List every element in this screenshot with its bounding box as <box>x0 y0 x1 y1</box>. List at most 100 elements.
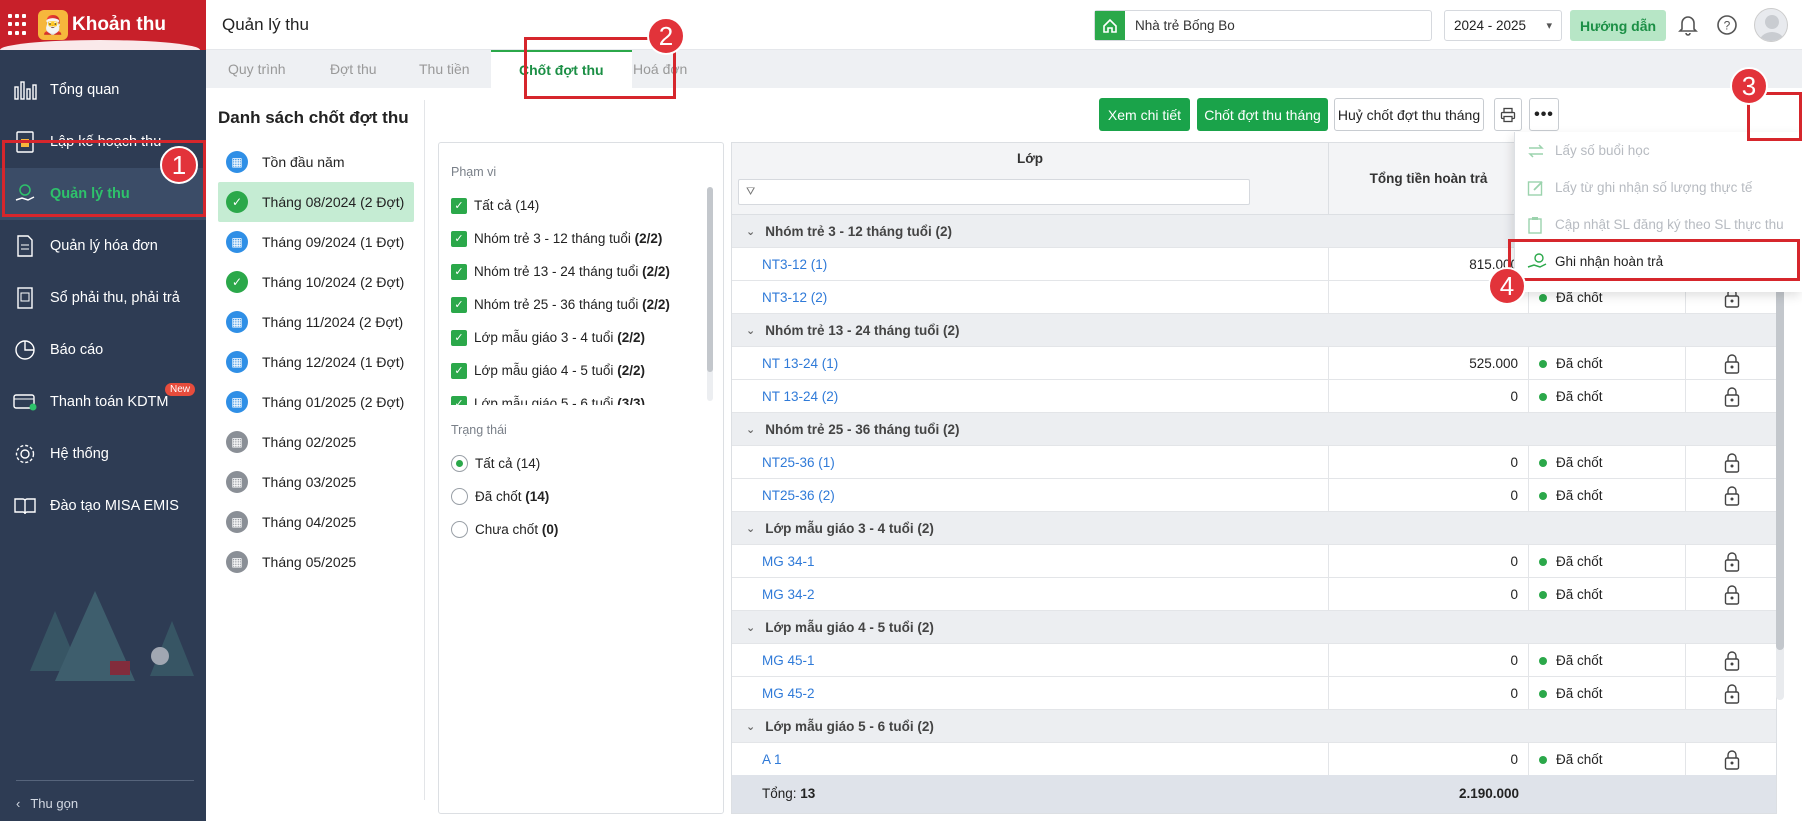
scope-option[interactable]: ✓ Lớp mẫu giáo 3 - 4 tuổi (2/2) <box>451 321 711 354</box>
menu-item-1[interactable]: Lấy từ ghi nhận số lượng thực tế <box>1515 169 1802 206</box>
class-link[interactable]: NT 13-24 (1) <box>732 347 1329 380</box>
menu-item-2[interactable]: Cập nhật SL đăng ký theo SL thực thu <box>1515 206 1802 243</box>
table-row[interactable]: NT25-36 (2) 0 Đã chốt <box>732 479 1776 512</box>
lock-icon[interactable] <box>1686 644 1776 677</box>
tab-3[interactable]: Chốt đợt thu <box>491 50 632 88</box>
class-link[interactable]: MG 45-1 <box>732 644 1329 677</box>
class-link[interactable]: MG 34-1 <box>732 545 1329 578</box>
radio-button[interactable] <box>451 521 468 538</box>
period-item[interactable]: ▦ Tháng 01/2025 (2 Đợt) <box>218 382 414 422</box>
scope-option[interactable]: ✓ Nhóm trẻ 13 - 24 tháng tuổi (2/2) <box>451 255 711 288</box>
sidebar-item-8[interactable]: Đào tạo MISA EMIS <box>0 480 206 532</box>
lock-icon[interactable] <box>1686 578 1776 611</box>
chevron-down-icon[interactable]: ⌄ <box>746 720 755 733</box>
chevron-down-icon[interactable]: ⌄ <box>746 423 755 436</box>
bell-icon[interactable] <box>1678 14 1698 39</box>
period-item[interactable]: ✓ Tháng 10/2024 (2 Đợt) <box>218 262 414 302</box>
tab-1[interactable]: Đợt thu <box>330 50 377 88</box>
tab-0[interactable]: Quy trình <box>228 50 286 88</box>
scope-option[interactable]: ✓ Lớp mẫu giáo 5 - 6 tuổi (3/3) <box>451 387 711 405</box>
class-link[interactable]: MG 34-2 <box>732 578 1329 611</box>
menu-item-3[interactable]: Ghi nhận hoàn trả <box>1515 243 1802 280</box>
group-row[interactable]: ⌄ Nhóm trẻ 13 - 24 tháng tuổi (2) <box>732 314 1776 347</box>
status-option[interactable]: Đã chốt (14) <box>451 480 711 513</box>
more-actions-button[interactable]: ••• <box>1529 98 1559 131</box>
lock-icon[interactable] <box>1686 743 1776 776</box>
tab-2[interactable]: Thu tiền <box>419 50 470 88</box>
table-row[interactable]: NT 13-24 (2) 0 Đã chốt <box>732 380 1776 413</box>
chevron-down-icon[interactable]: ⌄ <box>746 225 755 238</box>
scope-option[interactable]: ✓ Nhóm trẻ 25 - 36 tháng tuổi (2/2) <box>451 288 711 321</box>
lock-icon[interactable] <box>1686 479 1776 512</box>
class-filter-input[interactable]: ⛛ <box>738 179 1250 205</box>
checkbox-checked-icon[interactable]: ✓ <box>451 197 467 214</box>
class-link[interactable]: MG 45-2 <box>732 677 1329 710</box>
lock-icon[interactable] <box>1686 446 1776 479</box>
sidebar-item-3[interactable]: Quản lý hóa đơn <box>0 220 206 272</box>
period-item[interactable]: ▦ Tháng 09/2024 (1 Đợt) <box>218 222 414 262</box>
print-button[interactable] <box>1494 98 1522 131</box>
sidebar-item-0[interactable]: Tổng quan <box>0 64 206 116</box>
period-item[interactable]: ▦ Tồn đầu năm <box>218 142 414 182</box>
school-selector[interactable]: Nhà trẻ Bống Bo <box>1094 10 1432 41</box>
menu-item-0[interactable]: Lấy số buổi học <box>1515 132 1802 169</box>
tab-4[interactable]: Hoá đơn <box>633 50 687 88</box>
class-link[interactable]: NT25-36 (2) <box>732 479 1329 512</box>
checkbox-checked-icon[interactable]: ✓ <box>451 395 467 405</box>
scope-option[interactable]: ✓ Lớp mẫu giáo 4 - 5 tuổi (2/2) <box>451 354 711 387</box>
collapse-sidebar-button[interactable]: ‹ Thu gọn <box>16 796 78 811</box>
class-link[interactable]: NT3-12 (1) <box>732 248 1329 281</box>
period-item[interactable]: ▦ Tháng 11/2024 (2 Đợt) <box>218 302 414 342</box>
period-item[interactable]: ▦ Tháng 03/2025 <box>218 462 414 502</box>
sidebar-item-6[interactable]: Thanh toán KDTM New <box>0 376 206 428</box>
scope-option[interactable]: ✓ Nhóm trẻ 3 - 12 tháng tuổi (2/2) <box>451 222 711 255</box>
radio-button[interactable] <box>451 488 468 505</box>
group-row[interactable]: ⌄ Lớp mẫu giáo 5 - 6 tuổi (2) <box>732 710 1776 743</box>
period-item[interactable]: ✓ Tháng 08/2024 (2 Đợt) <box>218 182 414 222</box>
lock-icon[interactable] <box>1686 545 1776 578</box>
help-icon[interactable]: ? <box>1716 14 1738 39</box>
checkbox-checked-icon[interactable]: ✓ <box>451 263 467 280</box>
lock-icon[interactable] <box>1686 380 1776 413</box>
radio-button[interactable] <box>451 455 468 472</box>
table-row[interactable]: MG 45-1 0 Đã chốt <box>732 644 1776 677</box>
chevron-down-icon[interactable]: ⌄ <box>746 324 755 337</box>
class-link[interactable]: NT25-36 (1) <box>732 446 1329 479</box>
group-row[interactable]: ⌄ Nhóm trẻ 25 - 36 tháng tuổi (2) <box>732 413 1776 446</box>
sidebar-item-4[interactable]: Sổ phải thu, phải trả <box>0 272 206 324</box>
chevron-down-icon[interactable]: ⌄ <box>746 621 755 634</box>
sidebar-item-7[interactable]: Hệ thống <box>0 428 206 480</box>
avatar[interactable] <box>1754 8 1788 42</box>
close-month-button[interactable]: Chốt đợt thu tháng <box>1197 98 1328 131</box>
period-item[interactable]: ▦ Tháng 05/2025 <box>218 542 414 582</box>
table-row[interactable]: MG 45-2 0 Đã chốt <box>732 677 1776 710</box>
lock-icon[interactable] <box>1686 677 1776 710</box>
table-row[interactable]: NT 13-24 (1) 525.000 Đã chốt <box>732 347 1776 380</box>
status-option[interactable]: Chưa chốt (0) <box>451 513 711 546</box>
scope-scrollbar[interactable] <box>707 187 713 401</box>
table-row[interactable]: A 1 0 Đã chốt <box>732 743 1776 776</box>
guide-button[interactable]: Hướng dẫn <box>1570 10 1666 41</box>
lock-icon[interactable] <box>1686 347 1776 380</box>
table-row[interactable]: MG 34-1 0 Đã chốt <box>732 545 1776 578</box>
view-detail-button[interactable]: Xem chi tiết <box>1099 98 1190 131</box>
table-row[interactable]: MG 34-2 0 Đã chốt <box>732 578 1776 611</box>
cancel-close-button[interactable]: Huỷ chốt đợt thu tháng <box>1334 98 1484 131</box>
app-grid-icon[interactable] <box>8 14 30 36</box>
class-link[interactable]: A 1 <box>732 743 1329 776</box>
period-item[interactable]: ▦ Tháng 02/2025 <box>218 422 414 462</box>
class-link[interactable]: NT3-12 (2) <box>732 281 1329 314</box>
period-item[interactable]: ▦ Tháng 12/2024 (1 Đợt) <box>218 342 414 382</box>
checkbox-checked-icon[interactable]: ✓ <box>451 362 467 379</box>
group-row[interactable]: ⌄ Lớp mẫu giáo 3 - 4 tuổi (2) <box>732 512 1776 545</box>
chevron-down-icon[interactable]: ⌄ <box>746 522 755 535</box>
checkbox-checked-icon[interactable]: ✓ <box>451 296 467 313</box>
checkbox-checked-icon[interactable]: ✓ <box>451 230 467 247</box>
status-option[interactable]: Tất cả (14) <box>451 447 711 480</box>
scope-option[interactable]: ✓ Tất cả (14) <box>451 189 711 222</box>
sidebar-item-5[interactable]: Báo cáo <box>0 324 206 376</box>
checkbox-checked-icon[interactable]: ✓ <box>451 329 467 346</box>
table-row[interactable]: NT25-36 (1) 0 Đã chốt <box>732 446 1776 479</box>
class-link[interactable]: NT 13-24 (2) <box>732 380 1329 413</box>
group-row[interactable]: ⌄ Lớp mẫu giáo 4 - 5 tuổi (2) <box>732 611 1776 644</box>
